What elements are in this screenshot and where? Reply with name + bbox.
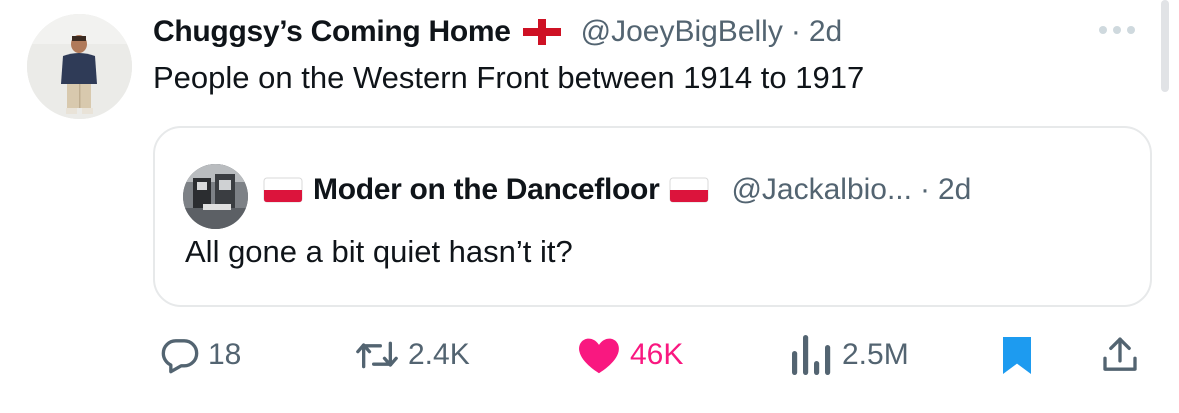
- england-flag-icon: [522, 19, 561, 45]
- separator: ·: [790, 15, 801, 48]
- quoted-author-avatar[interactable]: [183, 164, 248, 229]
- author-avatar[interactable]: [27, 14, 132, 119]
- quoted-handle[interactable]: @Jackalbio...: [731, 173, 912, 207]
- reply-count: 18: [208, 338, 242, 371]
- like-count: 46K: [630, 338, 684, 371]
- views-icon: [790, 335, 834, 375]
- tweet-timestamp[interactable]: 2d: [809, 15, 842, 49]
- tweet-text: People on the Western Front between 1914…: [153, 60, 865, 95]
- scrollbar[interactable]: [1161, 0, 1169, 92]
- repost-icon: [354, 335, 400, 375]
- tweet-header: Chuggsy’s Coming Home @JoeyBigBelly · 2d: [153, 12, 842, 52]
- quoted-display-name[interactable]: Moder on the Dancefloor: [313, 173, 660, 207]
- share-icon: [1100, 335, 1140, 375]
- views-count: 2.5M: [842, 338, 909, 371]
- reply-button[interactable]: 18: [160, 330, 241, 380]
- poland-flag-icon: [669, 177, 709, 203]
- more-icon[interactable]: [1099, 26, 1135, 34]
- author-handle[interactable]: @JoeyBigBelly: [581, 15, 783, 49]
- action-bar: 18 2.4K 46K 2.5M: [150, 330, 1150, 380]
- bookmark-icon: [1001, 334, 1033, 376]
- quoted-header: Moder on the Dancefloor @Jackalbio... · …: [263, 170, 971, 210]
- repost-button[interactable]: 2.4K: [354, 330, 470, 380]
- reply-icon: [160, 335, 200, 375]
- separator: ·: [919, 173, 930, 206]
- bookmark-button[interactable]: [1001, 330, 1033, 380]
- views-button[interactable]: 2.5M: [790, 330, 909, 380]
- poland-flag-icon: [263, 177, 303, 203]
- heart-icon: [576, 335, 622, 375]
- quoted-timestamp[interactable]: 2d: [938, 173, 971, 207]
- quoted-tweet[interactable]: Moder on the Dancefloor @Jackalbio... · …: [153, 126, 1152, 307]
- author-display-name[interactable]: Chuggsy’s Coming Home: [153, 15, 511, 49]
- repost-count: 2.4K: [408, 338, 470, 371]
- quoted-text: All gone a bit quiet hasn’t it?: [185, 234, 573, 269]
- share-button[interactable]: [1100, 330, 1140, 380]
- like-button[interactable]: 46K: [576, 330, 683, 380]
